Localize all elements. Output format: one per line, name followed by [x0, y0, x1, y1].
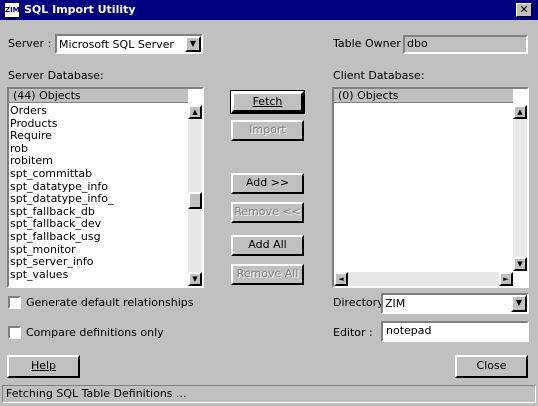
close-window-button[interactable]: ✕	[516, 3, 532, 17]
scroll-left-icon[interactable]: ◄	[334, 272, 348, 286]
scroll-right-icon[interactable]: ►	[499, 272, 513, 286]
list-item[interactable]: spt_server_info	[9, 256, 188, 269]
compare-only-checkbox[interactable]	[8, 326, 21, 339]
import-button-label: Import	[249, 123, 286, 136]
table-owner-label: Table Owner :	[333, 37, 409, 50]
editor-input[interactable]: notepad	[381, 321, 529, 342]
scroll-down-icon[interactable]: ▼	[513, 257, 527, 271]
help-button-label: Help	[30, 359, 57, 372]
client-list-vscrollbar[interactable]: ▲ ▼	[513, 105, 527, 271]
title-bar: ZIM SQL Import Utility ✕	[0, 0, 538, 20]
scroll-thumb[interactable]	[188, 192, 202, 209]
server-database-items: Orders Products Require rob robitem spt_commi…	[9, 104, 188, 282]
client-database-header: (0) Objects	[334, 89, 513, 103]
client-database-list[interactable]: (0) Objects ▲ ▼ ◄ ►	[332, 87, 529, 288]
list-item[interactable]: spt_committab	[9, 167, 188, 181]
close-button[interactable]: Close	[455, 355, 528, 378]
fetch-button[interactable]: Fetch	[230, 90, 305, 114]
server-database-header: (44) Objects	[9, 89, 188, 103]
client-database-label: Client Database:	[333, 69, 425, 82]
chevron-down-icon[interactable]: ▼	[511, 295, 527, 312]
list-item[interactable]: Require	[9, 130, 188, 143]
scroll-up-icon[interactable]: ▲	[513, 105, 527, 119]
close-button-label: Close	[476, 359, 507, 372]
remove-button-label: Remove <<	[234, 205, 301, 218]
import-button[interactable]: Import	[231, 120, 304, 141]
add-button[interactable]: Add >>	[231, 173, 304, 194]
app-icon: ZIM	[4, 2, 20, 18]
remove-button[interactable]: Remove <<	[231, 202, 304, 223]
server-select[interactable]: Microsoft SQL Server ▼	[55, 34, 203, 54]
list-item[interactable]: spt_values	[9, 268, 188, 282]
editor-label: Editor :	[333, 326, 373, 339]
add-all-button[interactable]: Add All	[231, 235, 304, 256]
server-database-list[interactable]: (44) Objects Orders Products Require rob rob…	[7, 87, 204, 288]
generate-relationships-checkbox[interactable]	[8, 296, 21, 309]
table-owner-field: dbo	[403, 35, 528, 54]
list-item[interactable]: spt_fallback_usg	[9, 230, 188, 244]
directory-select-value: ZIM	[385, 297, 406, 310]
generate-relationships-label: Generate default relationships	[26, 296, 194, 309]
chevron-down-icon[interactable]: ▼	[185, 36, 201, 52]
server-label: Server :	[8, 37, 52, 50]
add-all-button-label: Add All	[248, 238, 287, 251]
remove-all-button[interactable]: Remove All	[231, 264, 304, 285]
scroll-down-icon[interactable]: ▼	[188, 272, 202, 286]
directory-select[interactable]: ZIM ▼	[381, 293, 529, 314]
help-button[interactable]: Help	[7, 355, 80, 378]
window-title: SQL Import Utility	[24, 3, 136, 16]
client-list-hscrollbar[interactable]: ◄ ►	[334, 272, 513, 286]
compare-only-label: Compare definitions only	[26, 326, 164, 339]
server-database-label: Server Database:	[8, 69, 104, 82]
scroll-up-icon[interactable]: ▲	[188, 105, 202, 119]
server-list-scrollbar[interactable]: ▲ ▼	[188, 105, 202, 286]
remove-all-button-label: Remove All	[236, 267, 299, 280]
add-button-label: Add >>	[245, 176, 290, 189]
list-item[interactable]: spt_datatype_info_	[9, 193, 188, 206]
status-bar: Fetching SQL Table Definitions ...	[2, 385, 536, 403]
list-item[interactable]: Orders	[9, 104, 188, 118]
server-select-value: Microsoft SQL Server	[59, 38, 174, 51]
fetch-button-label: Fetch	[252, 95, 283, 108]
